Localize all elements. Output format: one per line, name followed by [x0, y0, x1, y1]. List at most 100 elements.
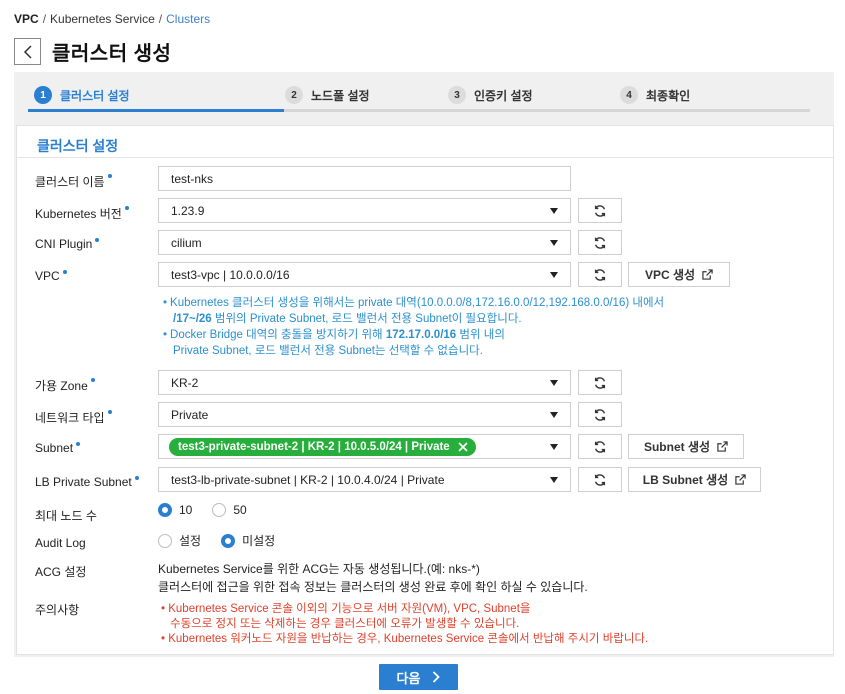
- subnet-label: Subnet: [35, 441, 81, 455]
- acg-description: Kubernetes Service를 위한 ACG는 자동 생성됩니다.(예:…: [158, 560, 588, 596]
- zone-label: 가용 Zone: [35, 377, 95, 394]
- vpc-note-1-range: /17~/26: [173, 313, 212, 325]
- chevron-left-icon: [23, 44, 32, 59]
- chevron-right-icon: [433, 671, 441, 683]
- step-number: 1: [34, 86, 52, 104]
- required-dot: [107, 174, 112, 178]
- max-nodes-radio-group: 10 50: [158, 503, 267, 517]
- step-number: 2: [285, 86, 303, 104]
- k8s-version-select[interactable]: 1.23.9: [158, 198, 571, 223]
- step-nodepool-settings[interactable]: 2 노드풀 설정: [285, 86, 370, 104]
- subnet-chip: test3-private-subnet-2 | KR-2 | 10.0.5.0…: [169, 437, 476, 456]
- cluster-name-label: 클러스터 이름: [35, 173, 112, 190]
- external-link-icon: [702, 269, 713, 280]
- refresh-icon: [594, 268, 606, 281]
- radio-dot: [158, 533, 172, 548]
- required-dot: [124, 206, 129, 210]
- lb-subnet-refresh-button[interactable]: [578, 467, 622, 492]
- refresh-icon: [594, 473, 606, 486]
- cni-plugin-refresh-button[interactable]: [578, 230, 622, 255]
- required-dot: [95, 238, 100, 242]
- step-label: 클러스터 설정: [60, 88, 130, 103]
- wizard-steps: 1 클러스터 설정 2 노드풀 설정 3 인증키 설정 4 최종확인: [16, 72, 810, 112]
- audit-log-option-on[interactable]: 설정: [158, 532, 201, 549]
- vpc-note-2: Docker Bridge 대역의 충돌을 방지하기 위해: [170, 329, 386, 341]
- caution-warnings: • Kubernetes Service 콘솔 이외의 기능으로 서버 자원(V…: [161, 603, 649, 645]
- vpc-note-2-line2: Private Subnet, 로드 밸런서 전용 Subnet는 선택할 수 …: [173, 345, 483, 357]
- breadcrumb: VPC / Kubernetes Service / Clusters: [14, 12, 210, 26]
- max-nodes-option-50[interactable]: 50: [212, 503, 247, 517]
- back-button[interactable]: [14, 38, 41, 65]
- acg-line-1: Kubernetes Service를 위한 ACG는 자동 생성됩니다.(예:…: [158, 562, 480, 576]
- required-dot: [90, 378, 95, 382]
- breadcrumb-clusters[interactable]: Clusters: [166, 12, 210, 26]
- vpc-refresh-button[interactable]: [578, 262, 622, 287]
- subnet-create-button[interactable]: Subnet 생성: [628, 434, 744, 459]
- caution-warning-1-line2: 수동으로 정지 또는 삭제하는 경우 클러스터에 오류가 발생할 수 있습니다.: [170, 618, 520, 630]
- close-icon[interactable]: [458, 441, 468, 452]
- vpc-create-button[interactable]: VPC 생성: [628, 262, 730, 287]
- required-dot: [62, 270, 67, 274]
- radio-dot: [158, 503, 172, 517]
- caret-down-icon: [550, 380, 558, 386]
- external-link-icon: [735, 474, 746, 485]
- breadcrumb-separator: /: [42, 12, 47, 26]
- lb-subnet-select[interactable]: test3-lb-private-subnet | KR-2 | 10.0.4.…: [158, 467, 571, 492]
- zone-select[interactable]: KR-2: [158, 370, 571, 395]
- page-title: 클러스터 생성: [52, 43, 172, 65]
- step-authkey-settings[interactable]: 3 인증키 설정: [448, 86, 533, 104]
- refresh-icon: [594, 236, 606, 249]
- step-number: 3: [448, 86, 466, 104]
- k8s-version-label: Kubernetes 버전: [35, 205, 129, 222]
- required-dot: [134, 476, 139, 480]
- radio-dot: [212, 503, 227, 517]
- caret-down-icon: [550, 412, 558, 418]
- subnet-select[interactable]: test3-private-subnet-2 | KR-2 | 10.0.5.0…: [158, 434, 571, 459]
- vpc-note-2-range: 172.17.0.0/16: [385, 329, 457, 341]
- breadcrumb-vpc[interactable]: VPC: [14, 12, 39, 26]
- breadcrumb-kubernetes-service[interactable]: Kubernetes Service: [50, 12, 155, 26]
- cni-plugin-select[interactable]: cilium: [158, 230, 571, 255]
- lb-subnet-create-button[interactable]: LB Subnet 생성: [628, 467, 761, 492]
- caution-label: 주의사항: [35, 603, 80, 617]
- steps-track-active: [28, 109, 284, 112]
- max-nodes-option-10[interactable]: 10: [158, 503, 192, 517]
- caret-down-icon: [550, 272, 558, 278]
- network-type-refresh-button[interactable]: [578, 402, 622, 427]
- lb-subnet-label: LB Private Subnet: [35, 475, 139, 489]
- refresh-icon: [594, 204, 606, 217]
- audit-log-radio-group: 설정 미설정: [158, 532, 295, 549]
- section-title: 클러스터 설정: [37, 138, 119, 154]
- refresh-icon: [594, 376, 606, 389]
- required-dot: [107, 410, 112, 414]
- acg-label: ACG 설정: [35, 565, 87, 579]
- required-dot: [76, 442, 81, 446]
- subnet-refresh-button[interactable]: [578, 434, 622, 459]
- network-type-select[interactable]: Private: [158, 402, 571, 427]
- cluster-name-input[interactable]: test-nks: [158, 166, 571, 191]
- step-cluster-settings[interactable]: 1 클러스터 설정: [34, 86, 130, 104]
- caret-down-icon: [550, 477, 558, 483]
- caret-down-icon: [550, 208, 558, 214]
- zone-refresh-button[interactable]: [578, 370, 622, 395]
- cni-plugin-label: CNI Plugin: [35, 237, 100, 251]
- vpc-note-1: Kubernetes 클러스터 생성을 위해서는 private 대역(10.0…: [170, 297, 665, 309]
- step-label: 인증키 설정: [474, 88, 533, 103]
- k8s-version-refresh-button[interactable]: [578, 198, 622, 223]
- caret-down-icon: [550, 444, 558, 450]
- vpc-note-2-post: 범위 내의: [456, 329, 505, 341]
- step-final-confirm[interactable]: 4 최종확인: [620, 86, 690, 104]
- external-link-icon: [717, 441, 728, 452]
- refresh-icon: [594, 440, 606, 453]
- max-nodes-label: 최대 노드 수: [35, 509, 97, 523]
- audit-log-option-off[interactable]: 미설정: [221, 532, 275, 549]
- step-label: 노드풀 설정: [311, 88, 370, 103]
- vpc-select[interactable]: test3-vpc | 10.0.0.0/16: [158, 262, 571, 287]
- vpc-notes: • Kubernetes 클러스터 생성을 위해서는 private 대역(10.…: [163, 297, 665, 357]
- next-button[interactable]: 다음: [379, 664, 458, 690]
- step-number: 4: [620, 86, 638, 104]
- vpc-label: VPC: [35, 269, 67, 283]
- refresh-icon: [594, 408, 606, 421]
- network-type-label: 네트워크 타입: [35, 409, 112, 426]
- breadcrumb-separator: /: [158, 12, 163, 26]
